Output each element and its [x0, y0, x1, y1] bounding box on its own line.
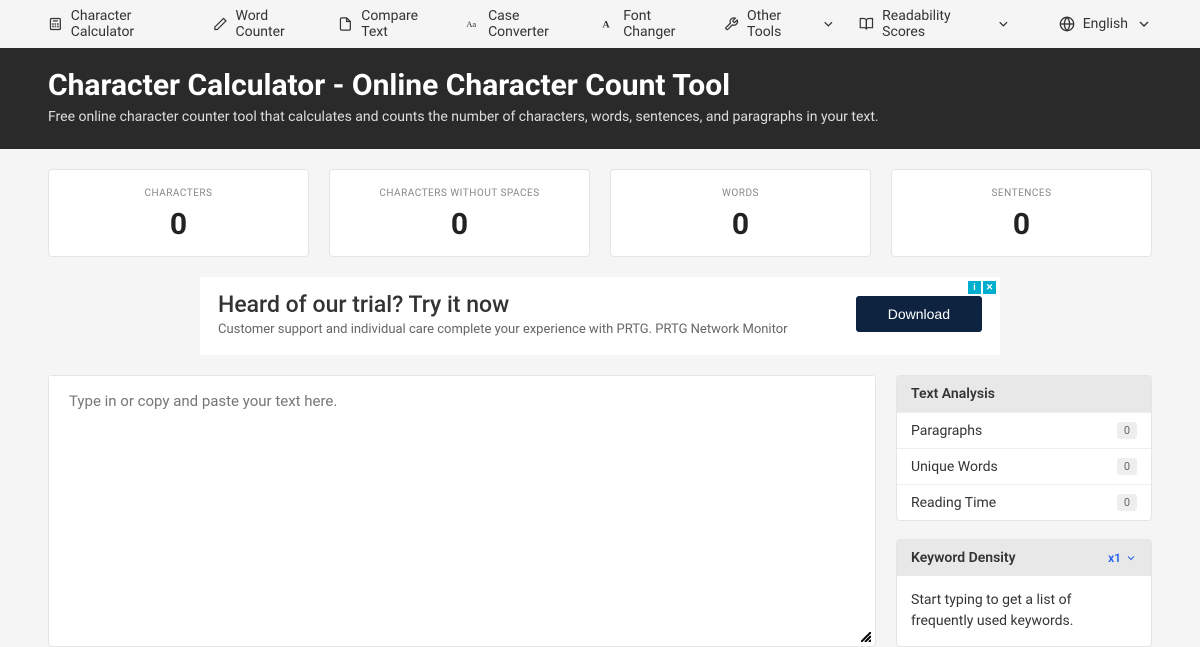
svg-text:Aa: Aa	[467, 19, 477, 29]
nav-word-counter[interactable]: Word Counter	[213, 8, 315, 40]
case-icon: Aa	[465, 16, 480, 32]
main-content: Text Analysis Paragraphs 0 Unique Words …	[0, 355, 1200, 647]
nav-compare-text[interactable]: Compare Text	[338, 8, 441, 40]
top-navigation: Character Calculator Word Counter Compar…	[0, 0, 1200, 48]
ad-close-icon[interactable]: ✕	[983, 281, 996, 294]
book-icon	[859, 16, 874, 32]
nav-label: English	[1083, 16, 1128, 32]
chevron-down-icon	[821, 16, 836, 32]
globe-icon	[1059, 16, 1075, 32]
stat-value: 0	[340, 207, 579, 242]
multiplier-value: x1	[1108, 551, 1121, 565]
nav-label: Character Calculator	[71, 8, 189, 40]
page-subtitle: Free online character counter tool that …	[48, 109, 1152, 125]
pencil-icon	[213, 16, 228, 32]
nav-label: Font Changer	[623, 8, 700, 40]
keyword-multiplier-select[interactable]: x1	[1108, 551, 1137, 565]
analysis-unique-words: Unique Words 0	[897, 448, 1151, 484]
row-value: 0	[1117, 422, 1137, 439]
nav-label: Compare Text	[361, 8, 441, 40]
ad-title: Heard of our trial? Try it now	[218, 291, 836, 318]
resize-handle-icon[interactable]	[861, 632, 871, 642]
panel-header: Keyword Density x1	[897, 540, 1151, 576]
nav-label: Other Tools	[747, 8, 813, 40]
chevron-down-icon	[1136, 16, 1152, 32]
stat-label: CHARACTERS WITHOUT SPACES	[340, 188, 579, 199]
stats-row: CHARACTERS 0 CHARACTERS WITHOUT SPACES 0…	[0, 149, 1200, 277]
row-label: Unique Words	[911, 459, 998, 475]
chevron-down-icon	[996, 16, 1011, 32]
document-icon	[338, 16, 353, 32]
analysis-reading-time: Reading Time 0	[897, 484, 1151, 520]
row-label: Paragraphs	[911, 423, 982, 439]
row-value: 0	[1117, 494, 1137, 511]
ad-banner[interactable]: i ✕ Heard of our trial? Try it now Custo…	[200, 277, 1000, 355]
stat-label: WORDS	[621, 188, 860, 199]
tools-icon	[724, 16, 739, 32]
nav-language[interactable]: English	[1059, 16, 1152, 32]
stat-characters-no-spaces: CHARACTERS WITHOUT SPACES 0	[329, 169, 590, 257]
textarea-container	[48, 375, 876, 647]
stat-characters: CHARACTERS 0	[48, 169, 309, 257]
text-input[interactable]	[49, 376, 875, 628]
ad-container: i ✕ Heard of our trial? Try it now Custo…	[0, 277, 1200, 355]
nav-readability-scores[interactable]: Readability Scores	[859, 8, 1010, 40]
keyword-density-panel: Keyword Density x1 Start typing to get a…	[896, 539, 1152, 647]
stat-value: 0	[59, 207, 298, 242]
stat-label: SENTENCES	[902, 188, 1141, 199]
calculator-icon	[48, 16, 63, 32]
sidebar: Text Analysis Paragraphs 0 Unique Words …	[896, 375, 1152, 647]
ad-subtitle: Customer support and individual care com…	[218, 322, 836, 337]
keyword-body: Start typing to get a list of frequently…	[897, 576, 1151, 646]
analysis-paragraphs: Paragraphs 0	[897, 412, 1151, 448]
text-analysis-panel: Text Analysis Paragraphs 0 Unique Words …	[896, 375, 1152, 521]
stat-value: 0	[902, 207, 1141, 242]
nav-label: Readability Scores	[882, 8, 988, 40]
nav-label: Case Converter	[488, 8, 576, 40]
nav-font-changer[interactable]: A Font Changer	[600, 8, 700, 40]
ad-download-button[interactable]: Download	[856, 296, 982, 332]
stat-label: CHARACTERS	[59, 188, 298, 199]
nav-label: Word Counter	[235, 8, 314, 40]
chevron-down-icon	[1125, 552, 1137, 564]
row-label: Reading Time	[911, 495, 996, 511]
hero-banner: Character Calculator - Online Character …	[0, 48, 1200, 149]
panel-header: Text Analysis	[897, 376, 1151, 412]
stat-sentences: SENTENCES 0	[891, 169, 1152, 257]
panel-title: Keyword Density	[911, 550, 1016, 566]
page-title: Character Calculator - Online Character …	[48, 68, 1152, 103]
font-icon: A	[600, 16, 615, 32]
svg-text:A: A	[603, 20, 611, 31]
stat-words: WORDS 0	[610, 169, 871, 257]
nav-case-converter[interactable]: Aa Case Converter	[465, 8, 576, 40]
nav-character-calculator[interactable]: Character Calculator	[48, 8, 189, 40]
row-value: 0	[1117, 458, 1137, 475]
nav-other-tools[interactable]: Other Tools	[724, 8, 835, 40]
ad-info-icon[interactable]: i	[968, 281, 981, 294]
stat-value: 0	[621, 207, 860, 242]
ad-info-badges[interactable]: i ✕	[968, 281, 996, 294]
